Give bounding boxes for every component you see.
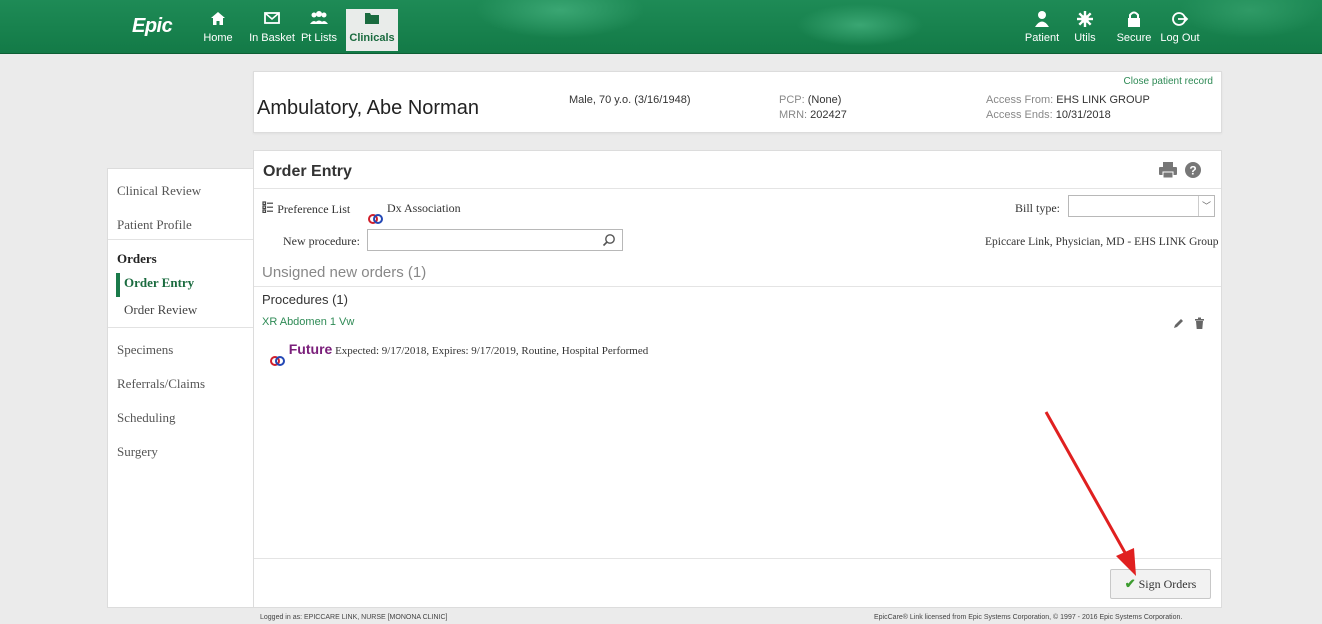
active-indicator bbox=[116, 273, 120, 297]
unsigned-orders-heading: Unsigned new orders (1) bbox=[262, 264, 427, 281]
access-ends-row: Access Ends: 10/31/2018 bbox=[986, 109, 1111, 121]
nav-log-out[interactable]: Log Out bbox=[1160, 10, 1200, 50]
nav-log-out-label: Log Out bbox=[1160, 32, 1200, 44]
lock-icon bbox=[1114, 10, 1154, 32]
preference-list-link[interactable]: Preference List bbox=[262, 201, 350, 217]
nav-patient[interactable]: Patient bbox=[1021, 10, 1063, 50]
sidebar-divider bbox=[108, 327, 253, 328]
panel-header-divider bbox=[254, 188, 1221, 189]
section-divider bbox=[254, 286, 1221, 287]
access-from-value: EHS LINK GROUP bbox=[1056, 94, 1150, 106]
bill-type-label: Bill type: bbox=[1015, 201, 1060, 215]
sidebar-item-clinical-review[interactable]: Clinical Review bbox=[117, 183, 201, 199]
dx-association-link[interactable]: Dx Association bbox=[368, 201, 461, 224]
home-icon bbox=[200, 10, 236, 32]
preference-list-label: Preference List bbox=[277, 202, 351, 216]
panel-title: Order Entry bbox=[263, 163, 352, 180]
top-navigation-bar: Epic Home In Basket Pt Lists Clinicals P… bbox=[0, 0, 1322, 54]
license-text: EpicCare® Link licensed from Epic System… bbox=[874, 614, 1183, 621]
sidebar-item-order-review[interactable]: Order Review bbox=[124, 302, 197, 318]
svg-text:?: ? bbox=[1189, 164, 1196, 178]
nav-secure-label: Secure bbox=[1116, 32, 1152, 44]
new-procedure-input[interactable] bbox=[367, 229, 623, 251]
nav-in-basket[interactable]: In Basket bbox=[248, 10, 296, 50]
pencil-icon[interactable] bbox=[1172, 317, 1185, 333]
mrn-label: MRN: bbox=[779, 109, 808, 121]
person-icon bbox=[1021, 10, 1063, 32]
sidebar-item-scheduling[interactable]: Scheduling bbox=[117, 410, 176, 426]
nav-home[interactable]: Home bbox=[200, 10, 236, 50]
nav-clinicals-label: Clinicals bbox=[349, 32, 395, 44]
access-ends-label: Access Ends: bbox=[986, 109, 1053, 121]
mrn-row: MRN: 202427 bbox=[779, 109, 847, 121]
people-icon bbox=[298, 10, 340, 32]
sidebar-divider bbox=[108, 239, 253, 240]
order-status-word: Future bbox=[288, 341, 333, 357]
patient-demographics: Male, 70 y.o. (3/16/1948) bbox=[569, 94, 691, 106]
dx-association-label: Dx Association bbox=[387, 201, 461, 215]
epic-logo: Epic bbox=[132, 15, 173, 37]
bill-type-select[interactable]: ﹀ bbox=[1068, 195, 1215, 217]
mrn-value: 202427 bbox=[810, 109, 847, 121]
nav-pt-lists-label: Pt Lists bbox=[300, 32, 338, 44]
nav-in-basket-label: In Basket bbox=[249, 32, 295, 44]
patient-name: Ambulatory, Abe Norman bbox=[257, 97, 479, 119]
trash-icon[interactable] bbox=[1194, 317, 1205, 333]
access-ends-value: 10/31/2018 bbox=[1055, 109, 1111, 121]
pcp-row: PCP: (None) bbox=[779, 94, 841, 106]
envelope-icon bbox=[248, 10, 296, 32]
order-status-details: Expected: 9/17/2018, Expires: 9/17/2019,… bbox=[335, 345, 649, 357]
new-procedure-label: New procedure: bbox=[283, 234, 360, 248]
help-icon[interactable]: ? bbox=[1184, 161, 1202, 184]
nav-secure[interactable]: Secure bbox=[1114, 10, 1154, 50]
ordering-provider: Epiccare Link, Physician, MD - EHS LINK … bbox=[985, 236, 1219, 248]
activity-sidebar: Clinical Review Patient Profile Orders O… bbox=[107, 168, 254, 608]
procedures-heading: Procedures (1) bbox=[262, 292, 348, 307]
order-status-row: Future Expected: 9/17/2018, Expires: 9/1… bbox=[270, 341, 649, 366]
chevron-down-icon[interactable]: ﹀ bbox=[1198, 196, 1214, 216]
gear-icon bbox=[1070, 10, 1100, 32]
pcp-label: PCP: bbox=[779, 94, 805, 106]
list-icon bbox=[262, 201, 277, 216]
pcp-value: (None) bbox=[807, 94, 842, 106]
procedure-link[interactable]: XR Abdomen 1 Vw bbox=[262, 316, 354, 328]
nav-clinicals[interactable]: Clinicals bbox=[346, 9, 398, 51]
access-from-label: Access From: bbox=[986, 94, 1054, 106]
logged-in-text: Logged in as: EPICCARE LINK, NURSE [MONO… bbox=[260, 614, 448, 621]
logout-icon bbox=[1160, 10, 1200, 32]
patient-header: Ambulatory, Abe Norman Male, 70 y.o. (3/… bbox=[253, 71, 1222, 133]
nav-utils-label: Utils bbox=[1074, 32, 1096, 44]
folder-icon bbox=[346, 10, 398, 32]
sidebar-item-surgery[interactable]: Surgery bbox=[117, 444, 158, 460]
access-from-row: Access From: EHS LINK GROUP bbox=[986, 94, 1150, 106]
close-patient-record-link[interactable]: Close patient record bbox=[1124, 76, 1214, 87]
sidebar-item-patient-profile[interactable]: Patient Profile bbox=[117, 217, 192, 233]
sidebar-item-referrals-claims[interactable]: Referrals/Claims bbox=[117, 376, 205, 392]
sidebar-item-specimens[interactable]: Specimens bbox=[117, 342, 173, 358]
red-arrow-annotation bbox=[1044, 411, 1136, 576]
nav-pt-lists[interactable]: Pt Lists bbox=[298, 10, 340, 50]
nav-patient-label: Patient bbox=[1024, 32, 1060, 44]
nav-utils[interactable]: Utils bbox=[1070, 10, 1100, 50]
sidebar-item-order-entry[interactable]: Order Entry bbox=[124, 275, 194, 291]
sidebar-section-orders[interactable]: Orders bbox=[117, 251, 157, 267]
search-icon[interactable] bbox=[602, 233, 616, 252]
nav-home-label: Home bbox=[203, 32, 233, 44]
print-icon[interactable] bbox=[1158, 161, 1178, 184]
